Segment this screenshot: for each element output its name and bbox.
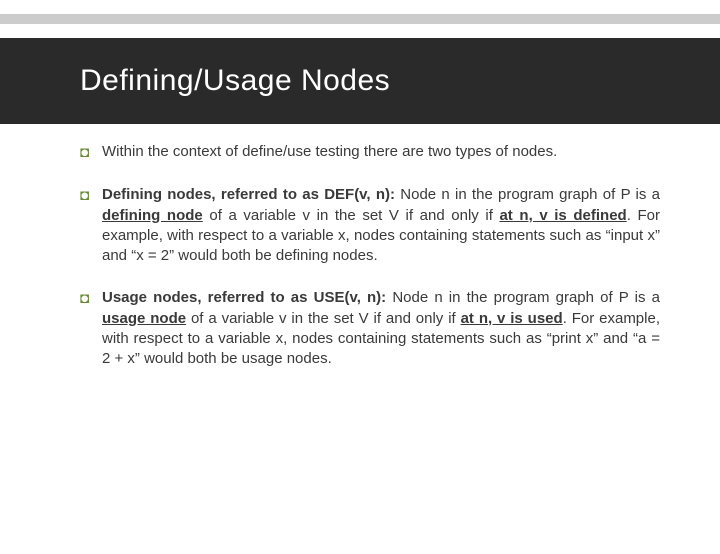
bullet-item: ◘ Defining nodes, referred to as DEF(v, …: [80, 185, 660, 266]
bullet-item: ◘ Usage nodes, referred to as USE(v, n):…: [80, 288, 660, 369]
bullet-text: Defining nodes, referred to as DEF(v, n)…: [102, 185, 660, 266]
title-band: Defining/Usage Nodes: [0, 38, 720, 124]
bullet-marker-icon: ◘: [80, 142, 102, 163]
text-run: Node n in the program graph of P is a: [386, 289, 660, 306]
text-run: of a variable v in the set V if and only…: [186, 310, 461, 327]
bullet-marker-icon: ◘: [80, 185, 102, 266]
at-n-defined: at n, v is defined: [499, 207, 626, 224]
content-area: ◘ Within the context of define/use testi…: [0, 124, 720, 369]
usage-node-term: usage node: [102, 310, 186, 327]
bullet-text: Usage nodes, referred to as USE(v, n): N…: [102, 288, 660, 369]
bullet-marker-icon: ◘: [80, 288, 102, 369]
at-n-used: at n, v is used: [461, 310, 563, 327]
text-run: Node n in the program graph of P is a: [395, 186, 660, 203]
defining-node-term: defining node: [102, 207, 203, 224]
text-run: of a variable v in the set V if and only…: [203, 207, 500, 224]
bullet-item: ◘ Within the context of define/use testi…: [80, 142, 660, 163]
bullet-text: Within the context of define/use testing…: [102, 142, 660, 163]
slide-title: Defining/Usage Nodes: [80, 64, 720, 98]
defining-lead: Defining nodes, referred to as DEF(v, n)…: [102, 186, 395, 203]
usage-lead: Usage nodes, referred to as USE(v, n):: [102, 289, 386, 306]
accent-bar: [0, 14, 720, 24]
